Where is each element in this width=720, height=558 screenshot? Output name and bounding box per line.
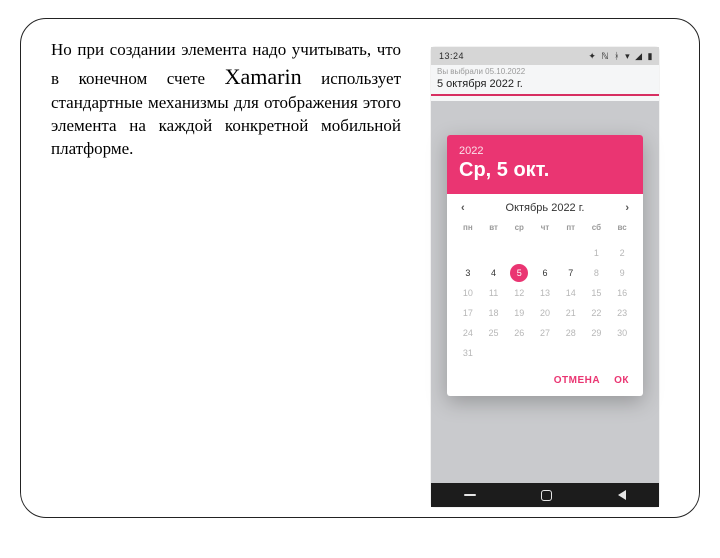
calendar-empty (532, 343, 558, 363)
calendar-day[interactable]: 30 (609, 323, 635, 343)
slide-frame: Но при создании элемента надо учитывать,… (20, 18, 700, 518)
wifi-icon: ▾ (625, 51, 630, 61)
android-navbar (431, 483, 659, 507)
dialog-header: 2022 Ср, 5 окт. (447, 135, 643, 194)
calendar-day[interactable]: 16 (609, 283, 635, 303)
body-paragraph: Но при создании элемента надо учитывать,… (51, 39, 401, 160)
calendar-empty (558, 343, 584, 363)
status-bar: 13:24 ✦ ℕ ᚼ ▾ ◢ ▮ (431, 47, 659, 65)
bluetooth-icon: ᚼ (614, 51, 620, 61)
battery-icon: ▮ (648, 51, 653, 61)
vibrate-icon: ✦ (588, 51, 596, 61)
month-nav: ‹ Октябрь 2022 г. › (447, 194, 643, 218)
calendar-empty (506, 343, 532, 363)
dialog-actions: ОТМЕНА ОК (447, 369, 643, 396)
nfc-icon: ℕ (601, 51, 609, 61)
ok-button[interactable]: ОК (614, 375, 629, 386)
dialog-year[interactable]: 2022 (459, 145, 631, 157)
calendar-day[interactable]: 29 (584, 323, 610, 343)
calendar-day[interactable]: 23 (609, 303, 635, 323)
calendar-day[interactable]: 20 (532, 303, 558, 323)
calendar-day[interactable]: 28 (558, 323, 584, 343)
calendar-empty (609, 343, 635, 363)
cancel-button[interactable]: ОТМЕНА (554, 375, 600, 386)
calendar-empty (455, 243, 481, 263)
weekday-row: пнвтсрчтптсбвс (447, 218, 643, 241)
signal-icon: ◢ (635, 51, 642, 61)
calendar-day[interactable]: 24 (455, 323, 481, 343)
calendar-empty (532, 243, 558, 263)
nav-back-button[interactable] (618, 490, 626, 500)
calendar-empty (506, 243, 532, 263)
calendar-day[interactable]: 12 (506, 283, 532, 303)
dialog-selected-date[interactable]: Ср, 5 окт. (459, 159, 631, 182)
weekday-label: вт (481, 220, 507, 235)
weekday-label: пт (558, 220, 584, 235)
calendar-day[interactable]: 26 (506, 323, 532, 343)
calendar-day[interactable]: 6 (532, 263, 558, 283)
calendar-empty (481, 243, 507, 263)
calendar-grid: 1234567891011121314151617181920212223242… (447, 241, 643, 369)
calendar-day[interactable]: 1 (584, 243, 610, 263)
calendar-day[interactable]: 7 (558, 263, 584, 283)
selected-date-label: Вы выбрали 05.10.2022 (431, 65, 659, 76)
weekday-label: ср (506, 220, 532, 235)
calendar-day[interactable]: 21 (558, 303, 584, 323)
calendar-day[interactable]: 27 (532, 323, 558, 343)
calendar-day[interactable]: 19 (506, 303, 532, 323)
status-icons: ✦ ℕ ᚼ ▾ ◢ ▮ (586, 51, 653, 62)
calendar-day[interactable]: 17 (455, 303, 481, 323)
calendar-day[interactable]: 31 (455, 343, 481, 363)
weekday-label: чт (532, 220, 558, 235)
calendar-day[interactable]: 4 (481, 263, 507, 283)
date-picker-dialog: 2022 Ср, 5 окт. ‹ Октябрь 2022 г. › пнвт… (447, 135, 643, 396)
month-label: Октябрь 2022 г. (506, 202, 585, 214)
calendar-day[interactable]: 9 (609, 263, 635, 283)
calendar-day[interactable]: 14 (558, 283, 584, 303)
calendar-day[interactable]: 18 (481, 303, 507, 323)
prev-month-button[interactable]: ‹ (457, 202, 469, 214)
nav-recent-button[interactable] (464, 494, 476, 496)
calendar-empty (584, 343, 610, 363)
weekday-label: сб (584, 220, 610, 235)
current-date-field[interactable]: 5 октября 2022 г. (431, 76, 659, 96)
text-xamarin: Xamarin (225, 64, 302, 89)
calendar-day[interactable]: 3 (455, 263, 481, 283)
weekday-label: вс (609, 220, 635, 235)
calendar-day[interactable]: 11 (481, 283, 507, 303)
calendar-day[interactable]: 5 (506, 263, 532, 283)
calendar-day[interactable]: 8 (584, 263, 610, 283)
weekday-label: пн (455, 220, 481, 235)
calendar-empty (481, 343, 507, 363)
calendar-day[interactable]: 13 (532, 283, 558, 303)
nav-home-button[interactable] (541, 490, 552, 501)
calendar-day[interactable]: 2 (609, 243, 635, 263)
phone-mock: 13:24 ✦ ℕ ᚼ ▾ ◢ ▮ Вы выбрали 05.10.2022 … (431, 47, 659, 507)
calendar-day[interactable]: 25 (481, 323, 507, 343)
calendar-day[interactable]: 10 (455, 283, 481, 303)
next-month-button[interactable]: › (621, 202, 633, 214)
status-time: 13:24 (439, 51, 464, 61)
calendar-day[interactable]: 15 (584, 283, 610, 303)
calendar-day[interactable]: 22 (584, 303, 610, 323)
calendar-empty (558, 243, 584, 263)
